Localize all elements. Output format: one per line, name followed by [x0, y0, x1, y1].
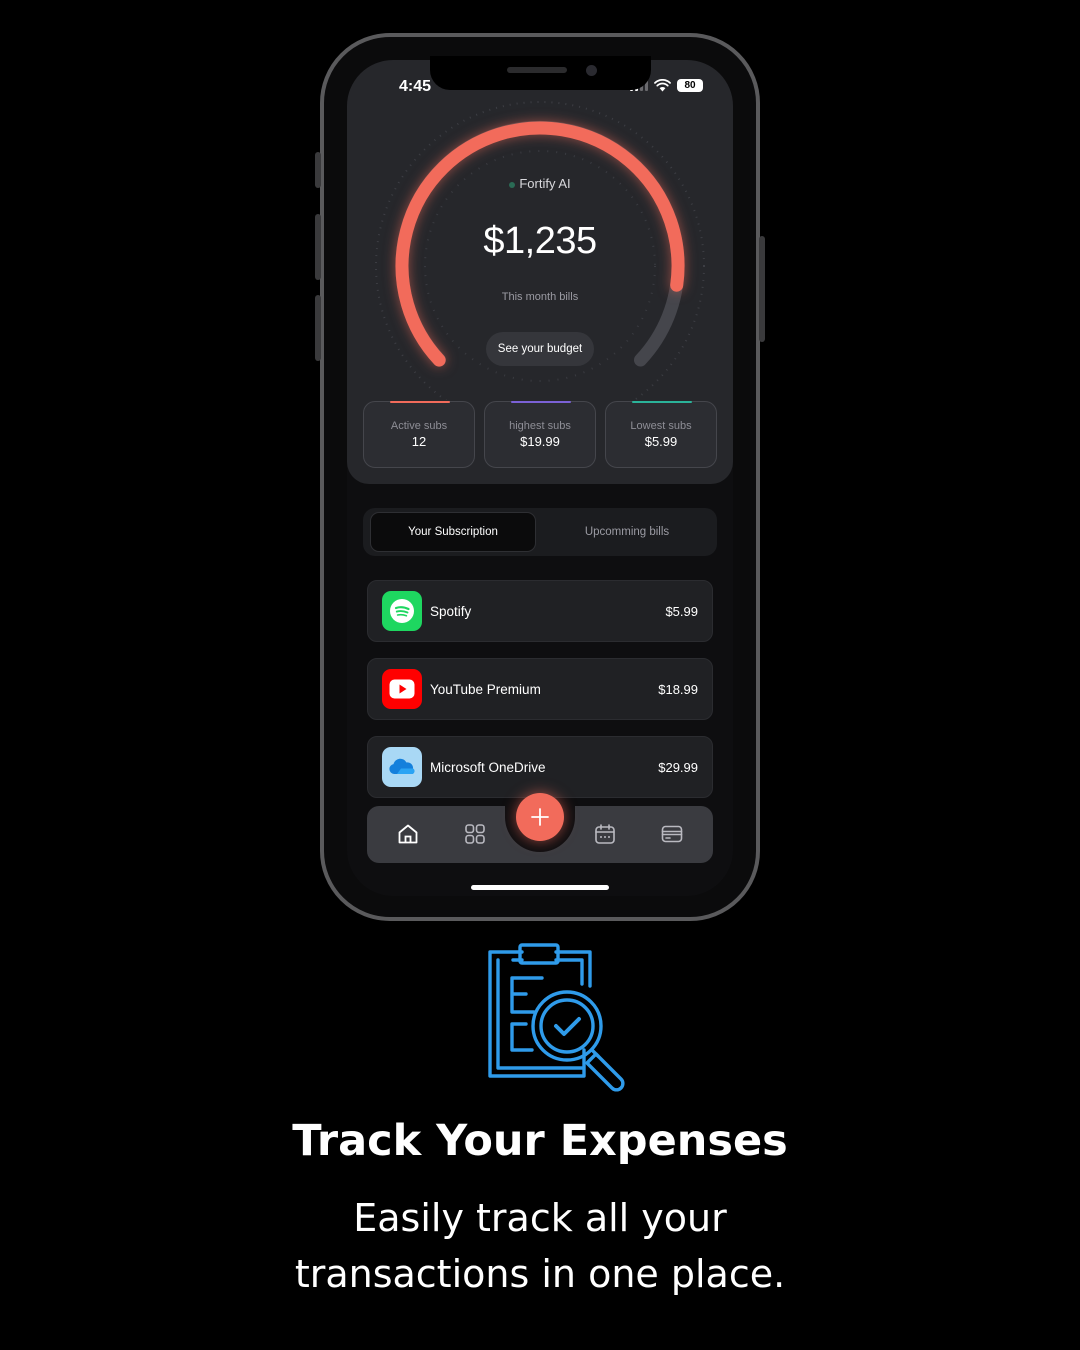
list-item[interactable]: YouTube Premium $18.99 — [367, 658, 713, 720]
apps-grid-icon[interactable] — [463, 822, 487, 846]
stat-accent — [632, 401, 692, 403]
phone-notch — [430, 56, 651, 90]
stat-active-subs[interactable]: Active subs 12 — [363, 401, 475, 468]
stat-lowest-subs[interactable]: Lowest subs $5.99 — [605, 401, 717, 468]
stats-row: Active subs 12 highest subs $19.99 Lowes… — [363, 401, 717, 469]
onedrive-icon — [382, 747, 422, 787]
stat-label: highest subs — [509, 420, 571, 432]
stat-accent — [390, 401, 450, 403]
volume-up-button — [315, 214, 321, 280]
stat-highest-subs[interactable]: highest subs $19.99 — [484, 401, 596, 468]
list-item[interactable]: Microsoft OneDrive $29.99 — [367, 736, 713, 798]
card-icon[interactable] — [660, 822, 684, 846]
stat-label: Active subs — [390, 420, 448, 432]
youtube-icon — [382, 669, 422, 709]
stat-value: $19.99 — [520, 434, 560, 449]
phone-screen: 4:45 80 Fortify AI $1,235 This month bil… — [347, 60, 733, 896]
brand-label: Fortify AI — [347, 176, 733, 191]
volume-down-button — [315, 295, 321, 361]
promo-description: Easily track all your transactions in on… — [0, 1190, 1080, 1302]
tab-your-subscription[interactable]: Your Subscription — [370, 512, 536, 552]
subscription-name: YouTube Premium — [430, 681, 541, 697]
subscription-name: Microsoft OneDrive — [430, 759, 546, 775]
promo-headline: Track Your Expenses — [292, 1116, 788, 1166]
power-button — [759, 236, 765, 342]
calendar-icon[interactable] — [593, 822, 617, 846]
stat-label: Lowest subs — [630, 420, 692, 432]
subscription-name: Spotify — [430, 603, 472, 619]
spotify-icon — [382, 591, 422, 631]
see-budget-button[interactable]: See your budget — [486, 332, 594, 366]
tab-bar: Your Subscription Upcomming bills — [363, 508, 717, 556]
speaker-grille — [507, 67, 567, 73]
home-indicator — [471, 885, 609, 890]
clipboard-search-icon — [488, 943, 625, 1092]
stat-value: 12 — [411, 434, 427, 449]
promo-line-2: transactions in one place. — [294, 1252, 786, 1296]
amount-subtitle: This month bills — [501, 291, 579, 303]
promo-line-1: Easily track all your — [353, 1196, 727, 1240]
stat-accent — [511, 401, 571, 403]
mute-switch — [315, 152, 321, 188]
camera-icon — [586, 65, 597, 76]
subscription-price: $5.99 — [665, 603, 698, 619]
add-icon — [531, 808, 549, 826]
subscription-price: $18.99 — [658, 681, 698, 697]
monthly-amount: $1,235 — [483, 220, 597, 262]
summary-card: 4:45 80 Fortify AI $1,235 This month bil… — [347, 60, 733, 484]
add-button[interactable] — [516, 793, 564, 841]
home-icon[interactable] — [396, 822, 420, 846]
subscription-price: $29.99 — [658, 759, 698, 775]
tab-upcoming-bills[interactable]: Upcomming bills — [543, 512, 711, 552]
stat-value: $5.99 — [644, 434, 678, 449]
list-item[interactable]: Spotify $5.99 — [367, 580, 713, 642]
